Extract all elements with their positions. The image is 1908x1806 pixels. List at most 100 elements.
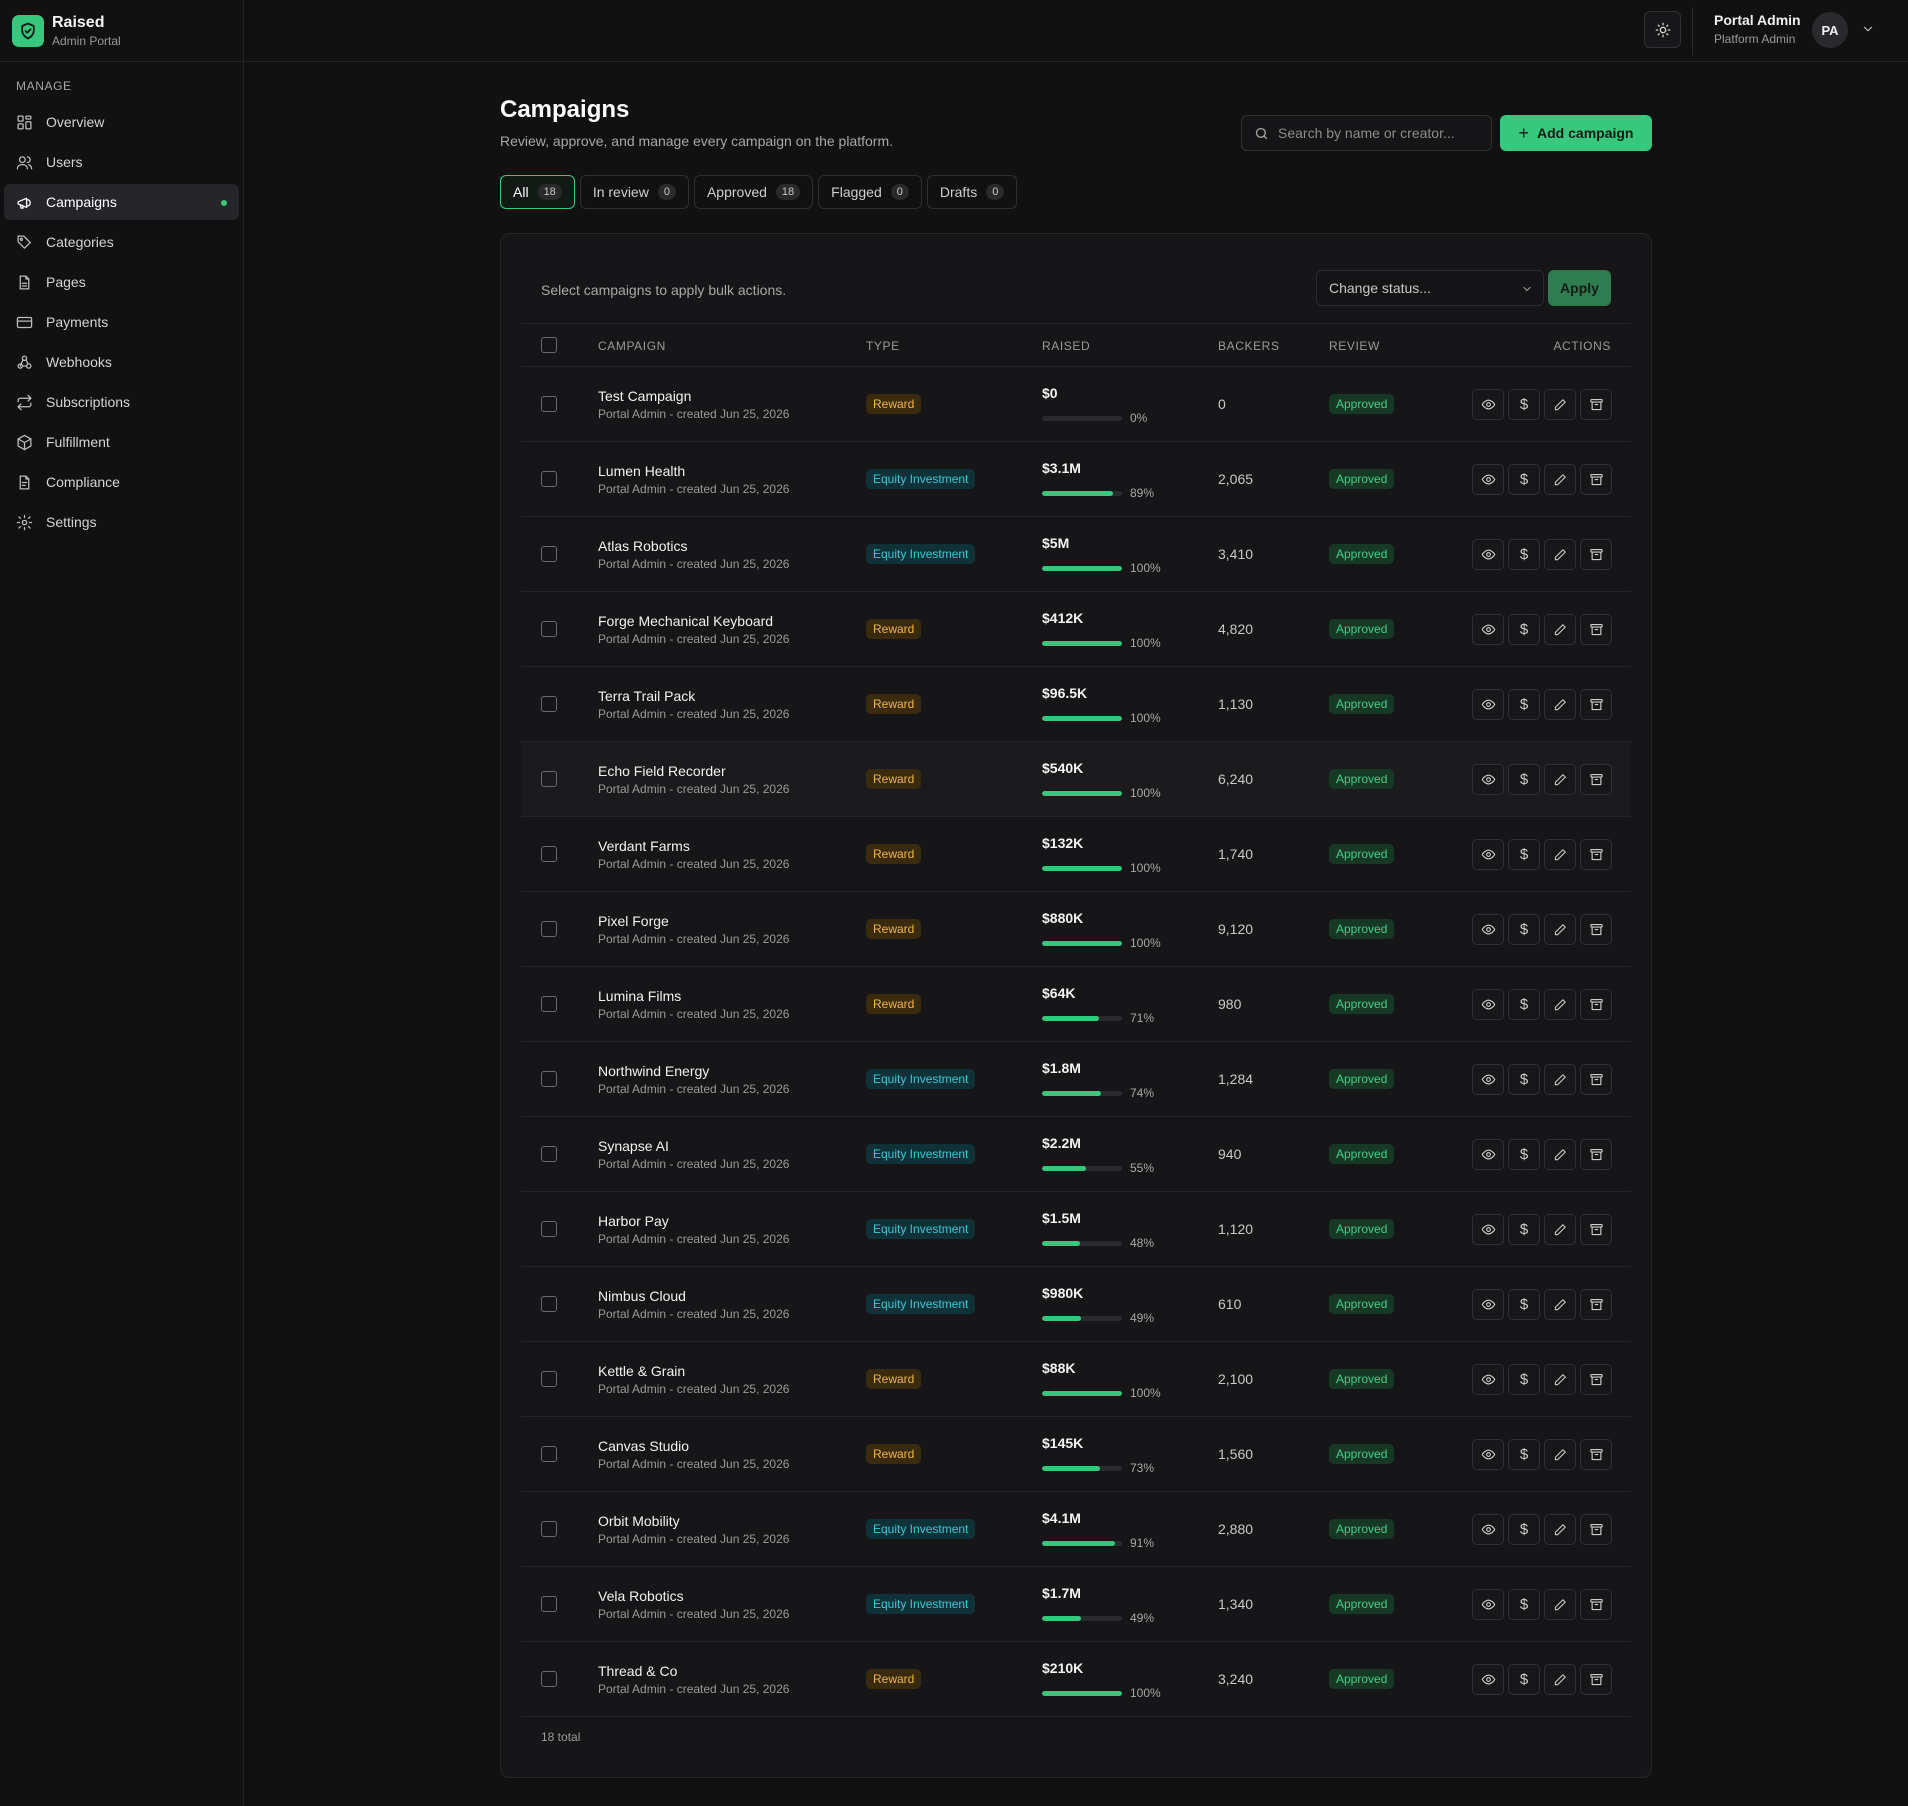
table-row[interactable]: Kettle & Grain Portal Admin - created Jun… (521, 1342, 1631, 1417)
table-row[interactable]: Northwind Energy Portal Admin - created J… (521, 1042, 1631, 1117)
row-checkbox[interactable] (541, 771, 557, 787)
payouts-button[interactable]: $ (1508, 1064, 1540, 1095)
table-row[interactable]: Vela Robotics Portal Admin - created Jun … (521, 1567, 1631, 1642)
campaign-name[interactable]: Lumen Health (598, 463, 685, 479)
theme-toggle-button[interactable] (1644, 11, 1681, 48)
row-checkbox[interactable] (541, 471, 557, 487)
row-checkbox[interactable] (541, 1671, 557, 1687)
search-input[interactable] (1278, 125, 1478, 141)
edit-button[interactable] (1544, 689, 1576, 720)
table-row[interactable]: Lumina Films Portal Admin - created Jun 2… (521, 967, 1631, 1042)
table-row[interactable]: Echo Field Recorder Portal Admin - create… (521, 742, 1631, 817)
sidebar-item-users[interactable]: Users (4, 144, 239, 180)
table-row[interactable]: Synapse AI Portal Admin - created Jun 25,… (521, 1117, 1631, 1192)
payouts-button[interactable]: $ (1508, 689, 1540, 720)
table-row[interactable]: Orbit Mobility Portal Admin - created Jun… (521, 1492, 1631, 1567)
archive-button[interactable] (1580, 539, 1612, 570)
view-button[interactable] (1472, 464, 1504, 495)
campaign-name[interactable]: Northwind Energy (598, 1063, 709, 1079)
sidebar-item-webhooks[interactable]: Webhooks (4, 344, 239, 380)
sidebar-item-pages[interactable]: Pages (4, 264, 239, 300)
view-button[interactable] (1472, 1514, 1504, 1545)
edit-button[interactable] (1544, 464, 1576, 495)
archive-button[interactable] (1580, 1664, 1612, 1695)
payouts-button[interactable]: $ (1508, 1664, 1540, 1695)
payouts-button[interactable]: $ (1508, 839, 1540, 870)
sidebar-item-categories[interactable]: Categories (4, 224, 239, 260)
row-checkbox[interactable] (541, 1596, 557, 1612)
payouts-button[interactable]: $ (1508, 1514, 1540, 1545)
view-button[interactable] (1472, 914, 1504, 945)
change-status-select[interactable]: Change status... (1316, 270, 1544, 306)
campaign-name[interactable]: Atlas Robotics (598, 538, 687, 554)
row-checkbox[interactable] (541, 1446, 557, 1462)
sidebar-item-overview[interactable]: Overview (4, 104, 239, 140)
archive-button[interactable] (1580, 764, 1612, 795)
payouts-button[interactable]: $ (1508, 1214, 1540, 1245)
row-checkbox[interactable] (541, 1071, 557, 1087)
table-row[interactable]: Nimbus Cloud Portal Admin - created Jun 2… (521, 1267, 1631, 1342)
campaign-name[interactable]: Synapse AI (598, 1138, 669, 1154)
sidebar-item-compliance[interactable]: Compliance (4, 464, 239, 500)
archive-button[interactable] (1580, 1364, 1612, 1395)
edit-button[interactable] (1544, 1439, 1576, 1470)
archive-button[interactable] (1580, 1139, 1612, 1170)
row-checkbox[interactable] (541, 1146, 557, 1162)
payouts-button[interactable]: $ (1508, 1139, 1540, 1170)
table-row[interactable]: Harbor Pay Portal Admin - created Jun 25,… (521, 1192, 1631, 1267)
payouts-button[interactable]: $ (1508, 1589, 1540, 1620)
archive-button[interactable] (1580, 1589, 1612, 1620)
payouts-button[interactable]: $ (1508, 989, 1540, 1020)
tab-all[interactable]: All 18 (500, 175, 575, 209)
edit-button[interactable] (1544, 764, 1576, 795)
row-checkbox[interactable] (541, 846, 557, 862)
search-box[interactable] (1241, 115, 1492, 151)
edit-button[interactable] (1544, 989, 1576, 1020)
campaign-name[interactable]: Terra Trail Pack (598, 688, 695, 704)
table-row[interactable]: Thread & Co Portal Admin - created Jun 25… (521, 1642, 1631, 1717)
row-checkbox[interactable] (541, 396, 557, 412)
payouts-button[interactable]: $ (1508, 614, 1540, 645)
edit-button[interactable] (1544, 914, 1576, 945)
row-checkbox[interactable] (541, 621, 557, 637)
payouts-button[interactable]: $ (1508, 1289, 1540, 1320)
view-button[interactable] (1472, 614, 1504, 645)
row-checkbox[interactable] (541, 1296, 557, 1312)
view-button[interactable] (1472, 1589, 1504, 1620)
header-campaign[interactable]: CAMPAIGN (598, 339, 666, 353)
edit-button[interactable] (1544, 539, 1576, 570)
row-checkbox[interactable] (541, 921, 557, 937)
sidebar-item-campaigns[interactable]: Campaigns (4, 184, 239, 220)
archive-button[interactable] (1580, 1064, 1612, 1095)
row-checkbox[interactable] (541, 546, 557, 562)
archive-button[interactable] (1580, 1289, 1612, 1320)
add-campaign-button[interactable]: + Add campaign (1500, 115, 1652, 151)
archive-button[interactable] (1580, 1514, 1612, 1545)
archive-button[interactable] (1580, 839, 1612, 870)
payouts-button[interactable]: $ (1508, 914, 1540, 945)
campaign-name[interactable]: Echo Field Recorder (598, 763, 726, 779)
payouts-button[interactable]: $ (1508, 389, 1540, 420)
row-checkbox[interactable] (541, 1221, 557, 1237)
campaign-name[interactable]: Thread & Co (598, 1663, 677, 1679)
edit-button[interactable] (1544, 1139, 1576, 1170)
payouts-button[interactable]: $ (1508, 1364, 1540, 1395)
archive-button[interactable] (1580, 989, 1612, 1020)
campaign-name[interactable]: Pixel Forge (598, 913, 669, 929)
edit-button[interactable] (1544, 839, 1576, 870)
edit-button[interactable] (1544, 1064, 1576, 1095)
view-button[interactable] (1472, 1364, 1504, 1395)
edit-button[interactable] (1544, 389, 1576, 420)
row-checkbox[interactable] (541, 996, 557, 1012)
sidebar-item-payments[interactable]: Payments (4, 304, 239, 340)
edit-button[interactable] (1544, 1364, 1576, 1395)
sidebar-item-settings[interactable]: Settings (4, 504, 239, 540)
campaign-name[interactable]: Harbor Pay (598, 1213, 669, 1229)
edit-button[interactable] (1544, 614, 1576, 645)
table-row[interactable]: Test Campaign Portal Admin - created Jun … (521, 367, 1631, 442)
campaign-name[interactable]: Test Campaign (598, 388, 691, 404)
campaign-name[interactable]: Verdant Farms (598, 838, 690, 854)
view-button[interactable] (1472, 1064, 1504, 1095)
table-row[interactable]: Canvas Studio Portal Admin - created Jun … (521, 1417, 1631, 1492)
view-button[interactable] (1472, 389, 1504, 420)
